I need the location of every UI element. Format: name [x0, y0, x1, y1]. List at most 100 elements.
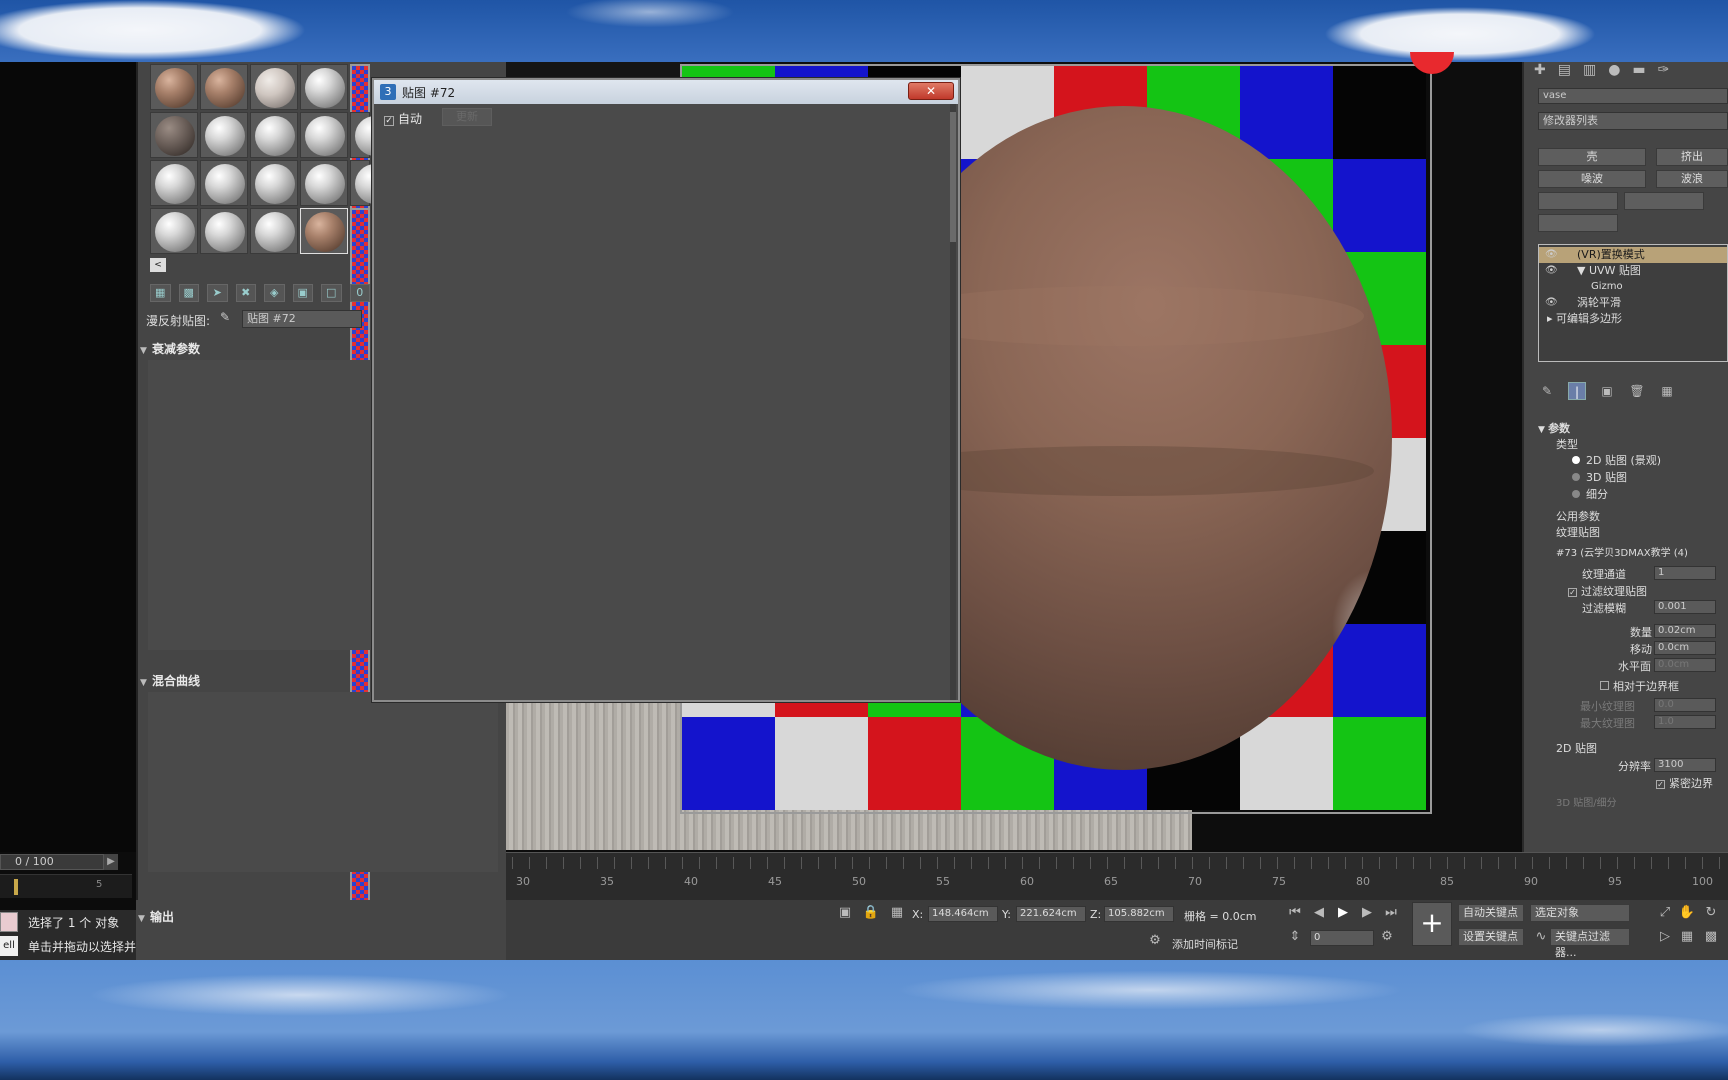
modifier-button-extrude[interactable]: 挤出 — [1656, 148, 1728, 166]
resolution-spinner[interactable]: 3100 — [1654, 758, 1716, 772]
time-config-icon[interactable]: ⚙ — [1378, 928, 1396, 946]
pin-stack-icon[interactable]: ✎ — [1538, 382, 1556, 400]
modify-tab-icon[interactable]: ▤ — [1558, 62, 1571, 84]
stack-item-gizmo[interactable]: Gizmo — [1539, 279, 1727, 295]
go-to-start-icon[interactable]: ⏮ — [1286, 904, 1304, 922]
material-slot[interactable] — [350, 160, 395, 206]
assign-material-icon[interactable]: ➤ — [207, 284, 228, 302]
frame-counter[interactable]: 0 / 100 — [0, 854, 104, 870]
reset-map-icon[interactable]: ✖ — [235, 284, 256, 302]
modifier-button-empty[interactable] — [1538, 214, 1618, 232]
create-tab-icon[interactable]: ✚ — [1534, 62, 1546, 84]
scrollbar-thumb[interactable] — [950, 112, 956, 242]
maximize-viewport-icon[interactable]: ▩ — [1702, 928, 1720, 946]
material-slot[interactable] — [150, 112, 198, 158]
field-of-view-icon[interactable]: ▷ — [1656, 928, 1674, 946]
utilities-tab-icon[interactable]: ✑ — [1658, 62, 1670, 84]
material-slot[interactable] — [150, 208, 198, 254]
lock-selection-icon[interactable]: 🔒 — [862, 904, 880, 922]
modifier-button-wave[interactable]: 波浪 — [1656, 170, 1728, 188]
display-tab-icon[interactable]: ▬ — [1632, 62, 1645, 84]
modifier-button-shell[interactable]: 壳 — [1538, 148, 1646, 166]
filter-blur-spinner[interactable]: 0.001 — [1654, 600, 1716, 614]
material-slot[interactable] — [300, 160, 348, 206]
eye-icon[interactable]: 👁 — [1545, 247, 1558, 263]
texture-channel-spinner[interactable]: 1 — [1654, 566, 1716, 580]
isolate-selection-icon[interactable]: ▣ — [836, 904, 854, 922]
walk-through-icon[interactable]: ▦ — [1678, 928, 1696, 946]
material-slot[interactable] — [200, 64, 248, 110]
get-material-icon[interactable]: ▦ — [150, 284, 171, 302]
configure-modifier-sets-icon[interactable]: ▦ — [1658, 382, 1676, 400]
previous-frame-icon[interactable]: ◀ — [1310, 904, 1328, 922]
material-slot[interactable] — [150, 160, 198, 206]
modifier-button-noise[interactable]: 噪波 — [1538, 170, 1646, 188]
params-rollout-header[interactable]: ▼ 参数 — [1538, 420, 1570, 436]
material-slot[interactable] — [350, 112, 395, 158]
orbit-icon[interactable]: ↻ — [1702, 904, 1720, 922]
eye-icon[interactable]: 👁 — [1545, 295, 1558, 311]
stack-item-turbosmooth[interactable]: 👁 涡轮平滑 — [1539, 295, 1727, 311]
material-slot[interactable] — [250, 112, 298, 158]
key-mode-icon[interactable]: ⇕ — [1286, 928, 1304, 946]
motion-tab-icon[interactable]: ● — [1608, 62, 1620, 84]
modifier-list-dropdown[interactable]: 修改器列表 — [1538, 112, 1728, 130]
type-option-2d[interactable]: 2D 贴图 (景观) — [1572, 452, 1661, 468]
update-button[interactable]: 更新 — [442, 108, 492, 126]
modifier-button-empty[interactable] — [1538, 192, 1618, 210]
key-tangent-icon[interactable]: ∿ — [1532, 928, 1550, 946]
auto-checkbox[interactable]: ✓ 自动 — [384, 110, 422, 127]
relative-bbox-checkbox[interactable]: 相对于边界框 — [1600, 678, 1679, 694]
make-unique-icon[interactable]: ◈ — [264, 284, 285, 302]
current-frame-field[interactable]: 0 — [1310, 930, 1374, 946]
go-to-end-icon[interactable]: ⏭ — [1382, 904, 1400, 922]
mini-timeline-ruler[interactable]: 5 — [0, 874, 132, 898]
texture-map-button[interactable]: #73 (云学贝3DMAX教学 (4) — [1556, 544, 1728, 559]
time-tag-icon[interactable]: ⚙ — [1146, 932, 1164, 950]
material-slot[interactable] — [200, 208, 248, 254]
material-slot[interactable] — [200, 112, 248, 158]
add-time-tag-button[interactable]: 添加时间标记 — [1172, 936, 1238, 952]
y-coord-field[interactable]: 221.624cm — [1016, 906, 1086, 922]
material-slot[interactable] — [300, 112, 348, 158]
modifier-button-empty[interactable] — [1624, 192, 1704, 210]
x-coord-field[interactable]: 148.464cm — [928, 906, 998, 922]
show-end-result-icon[interactable]: | — [1568, 382, 1586, 400]
stack-item-uvw-map[interactable]: 👁 ▼ UVW 贴图 — [1539, 263, 1727, 279]
object-name-field[interactable]: vase — [1538, 88, 1728, 104]
material-id-icon[interactable]: □ — [321, 284, 342, 302]
show-map-icon[interactable]: 0 — [349, 284, 370, 302]
make-unique-icon[interactable]: ▣ — [1598, 382, 1616, 400]
timeline-track[interactable]: 30 35 40 45 50 55 60 65 70 75 80 85 90 95 100 — [506, 852, 1728, 900]
set-key-plus-icon[interactable]: + — [1412, 902, 1452, 946]
stack-item-editable-poly[interactable]: ▸ 可编辑多边形 — [1539, 311, 1727, 327]
selection-set-dropdown[interactable]: 选定对象 — [1530, 904, 1630, 922]
key-filters-button[interactable]: 关键点过滤器... — [1550, 928, 1630, 959]
put-to-scene-icon[interactable]: ▩ — [178, 284, 199, 302]
material-slot[interactable] — [150, 64, 198, 110]
filter-map-checkbox[interactable]: ✓ 过滤纹理贴图 — [1568, 583, 1647, 599]
amount-spinner[interactable]: 0.02cm — [1654, 624, 1716, 638]
min-texmap-spinner[interactable]: 0.0 — [1654, 698, 1716, 712]
next-frame-arrow-icon[interactable]: ▶ — [104, 854, 118, 870]
water-level-spinner[interactable]: 0.0cm — [1654, 658, 1716, 672]
put-to-library-icon[interactable]: ▣ — [292, 284, 313, 302]
auto-key-button[interactable]: 自动关键点 — [1458, 904, 1524, 922]
next-frame-icon[interactable]: ▶ — [1358, 904, 1376, 922]
hierarchy-tab-icon[interactable]: ▥ — [1583, 62, 1596, 84]
material-slot[interactable] — [250, 64, 298, 110]
max-texmap-spinner[interactable]: 1.0 — [1654, 715, 1716, 729]
slot-scroll-left-icon[interactable]: < — [150, 258, 166, 272]
dialog-close-button[interactable]: ✕ — [908, 82, 954, 100]
remove-modifier-icon[interactable]: 🗑 — [1628, 382, 1646, 400]
rollout-output-header[interactable]: ▼ 输出 — [136, 908, 506, 928]
dialog-titlebar[interactable]: 3 贴图 #72 ✕ — [374, 80, 958, 104]
maxscript-listener-icon[interactable]: ell — [0, 936, 18, 956]
time-slider-handle[interactable] — [14, 879, 18, 895]
zoom-extents-icon[interactable]: ⤢ — [1656, 904, 1674, 922]
type-option-3d[interactable]: 3D 贴图 — [1572, 469, 1627, 485]
material-slot[interactable] — [250, 160, 298, 206]
material-slot[interactable] — [200, 160, 248, 206]
material-slot[interactable] — [250, 208, 298, 254]
play-icon[interactable]: ▶ — [1334, 904, 1352, 922]
